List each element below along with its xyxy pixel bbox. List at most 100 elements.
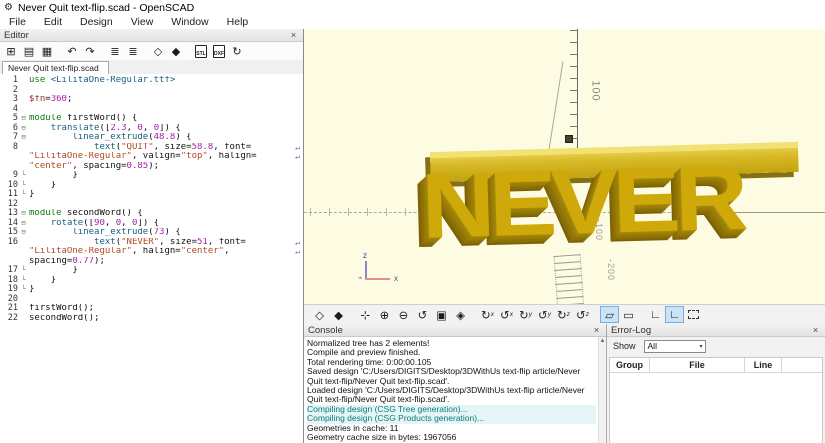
show-axes-button[interactable]: ∟ xyxy=(646,306,665,323)
rotate-z-neg-button[interactable]: ↺ z xyxy=(573,306,592,323)
reset-view-button[interactable]: ↺ xyxy=(413,306,432,323)
x-axis-label: x xyxy=(394,274,398,283)
rot2-icon: ↺ xyxy=(500,309,510,322)
chevron-down-icon: ▾ xyxy=(699,343,703,350)
view-diagonal-button[interactable]: ◈ xyxy=(451,306,470,323)
code-text: use <LilitaOne-Regular.ttf> xyxy=(29,76,176,85)
view-center-button[interactable]: ▣ xyxy=(432,306,451,323)
menu-window[interactable]: Window xyxy=(162,16,217,28)
line-number: 16 xyxy=(7,236,18,247)
menu-design[interactable]: Design xyxy=(71,16,122,28)
code-text: translate([2.3, 0, 0]) { xyxy=(50,123,181,133)
menu-edit[interactable]: Edit xyxy=(35,16,71,28)
export-dxf-button[interactable]: DXF xyxy=(210,43,228,59)
preview-button[interactable]: ◇ xyxy=(149,43,167,59)
code-text: } xyxy=(29,171,78,180)
show-scale-markers-button[interactable]: ∟ xyxy=(665,306,684,323)
error-log-filter-row: Show All ▾ xyxy=(607,337,825,355)
code-line: 19 └} xyxy=(0,284,303,295)
render-button[interactable]: ◆ xyxy=(329,306,348,323)
export-stl-button[interactable]: STL xyxy=(192,43,210,59)
ruler-label-100: 100 xyxy=(589,80,602,102)
unindent-button[interactable]: ≣ xyxy=(106,43,124,59)
code-line: "LilitaOne-Regular", halign="center", ↵ xyxy=(0,247,303,257)
file-export-icon: DXF xyxy=(213,44,225,58)
new-file-button[interactable]: ⊞ xyxy=(2,43,20,59)
code-editor[interactable]: 1 use <LilitaOne-Regular.ttf> 2 3 $fn=360; 4 5… xyxy=(0,74,303,443)
fold-marker-icon[interactable]: ⊟ xyxy=(18,124,29,134)
show-edges-button[interactable] xyxy=(684,306,703,323)
menu-file[interactable]: File xyxy=(0,16,35,28)
rot-icon: ↻ xyxy=(481,309,491,322)
code-text: module secondWord() { xyxy=(29,209,143,218)
view-all-button[interactable]: ⊹ xyxy=(356,306,375,323)
rotate-x-neg-button[interactable]: ↺ x xyxy=(497,306,516,323)
close-icon[interactable]: × xyxy=(591,325,602,335)
code-line: 16 text("NEVER", size=51, font= ↵ xyxy=(0,236,303,248)
code-line: 5 ⊟ module firstWord() { xyxy=(0,113,303,124)
rot-icon: ↻ xyxy=(519,309,529,322)
code-text: "center", spacing=0.85); xyxy=(29,161,160,171)
z-axis-ruler xyxy=(570,29,578,152)
ortho-icon: ▭ xyxy=(623,309,634,322)
code-line: 18 └ } xyxy=(0,275,303,286)
new-icon: ⊞ xyxy=(6,45,16,58)
zoom-out-icon: ⊖ xyxy=(398,309,409,322)
rotate-z-pos-button[interactable]: ↻ z xyxy=(554,306,573,323)
code-line: 6 ⊟ translate([2.3, 0, 0]) { xyxy=(0,123,303,134)
indent-button[interactable]: ≣ xyxy=(124,43,142,59)
code-text: module firstWord() { xyxy=(29,114,138,123)
fold-marker-icon[interactable]: ⊟ xyxy=(18,228,29,238)
code-text: } xyxy=(29,266,78,275)
orthogonal-button[interactable]: ▭ xyxy=(619,306,638,323)
close-icon[interactable]: × xyxy=(810,325,821,335)
code-line: 13 ⊟ module secondWord() { xyxy=(0,208,303,219)
diagonal-icon: ◈ xyxy=(456,309,465,322)
fold-marker-icon[interactable]: ⊟ xyxy=(18,219,29,229)
axis-letter-label: x xyxy=(490,311,494,318)
close-icon[interactable]: × xyxy=(288,30,299,40)
persp-icon: ▱ xyxy=(605,309,614,322)
preview-icon: ◇ xyxy=(153,45,163,58)
openscad-window: ⚙ Never Quit text-flip.scad - OpenSCAD F… xyxy=(0,0,825,443)
console-panel-header: Console × xyxy=(304,324,606,337)
filter-dropdown[interactable]: All ▾ xyxy=(643,339,706,353)
fold-marker-icon[interactable]: ⊟ xyxy=(18,114,29,124)
console-scrollbar[interactable]: ▲ xyxy=(598,337,606,443)
perspective-button[interactable]: ▱ xyxy=(600,306,619,323)
editor-panel-header: Editor × xyxy=(0,29,303,42)
code-text: } xyxy=(29,180,57,190)
tab-never-quit-text-flip[interactable]: Never Quit text-flip.scad xyxy=(2,61,109,74)
rotate-y-neg-button[interactable]: ↺ y xyxy=(535,306,554,323)
line-wrap-icon: ↵ xyxy=(295,237,300,247)
dashed-box-icon xyxy=(688,310,699,319)
render-button[interactable]: ◆ xyxy=(167,43,185,59)
scroll-up-icon[interactable]: ▲ xyxy=(600,338,606,344)
file-export-icon: STL xyxy=(195,44,207,58)
editor-panel-title: Editor xyxy=(4,29,29,41)
code-line: 9 └ } xyxy=(0,170,303,181)
open-button[interactable]: ▤ xyxy=(20,43,38,59)
save-button[interactable]: ▦ xyxy=(38,43,56,59)
rot-icon: ↻ xyxy=(557,309,567,322)
redo-button[interactable]: ↷ xyxy=(81,43,99,59)
rotate-x-pos-button[interactable]: ↻ x xyxy=(478,306,497,323)
reset-icon: ↺ xyxy=(417,309,428,322)
fold-marker-icon[interactable]: ⊟ xyxy=(18,209,29,219)
openscad-logo-icon: ⚙ xyxy=(4,2,13,13)
menu-view[interactable]: View xyxy=(122,16,163,28)
preview-button[interactable]: ◇ xyxy=(310,306,329,323)
send-button[interactable]: ↻ xyxy=(228,43,246,59)
zoom-in-icon: ⊕ xyxy=(379,309,390,322)
fold-line: └ xyxy=(21,180,26,189)
zoom-out-button[interactable]: ⊖ xyxy=(394,306,413,323)
fold-marker-icon[interactable]: ⊟ xyxy=(18,133,29,143)
column-header-line: Line xyxy=(745,358,782,372)
3d-viewport[interactable]: 100 -100 -200 NEVER z x ⌁ xyxy=(304,29,825,304)
rotate-y-pos-button[interactable]: ↻ y xyxy=(516,306,535,323)
undo-button[interactable]: ↶ xyxy=(63,43,81,59)
menu-help[interactable]: Help xyxy=(218,16,258,28)
editor-panel: Editor × ⊞ ▤ ▦ ↶ ↷ ≣ ≣ ◇ ◆ STL DXF ↻ Never Quit tex… xyxy=(0,29,304,443)
axes-icon: ∟ xyxy=(649,308,662,321)
zoom-in-button[interactable]: ⊕ xyxy=(375,306,394,323)
